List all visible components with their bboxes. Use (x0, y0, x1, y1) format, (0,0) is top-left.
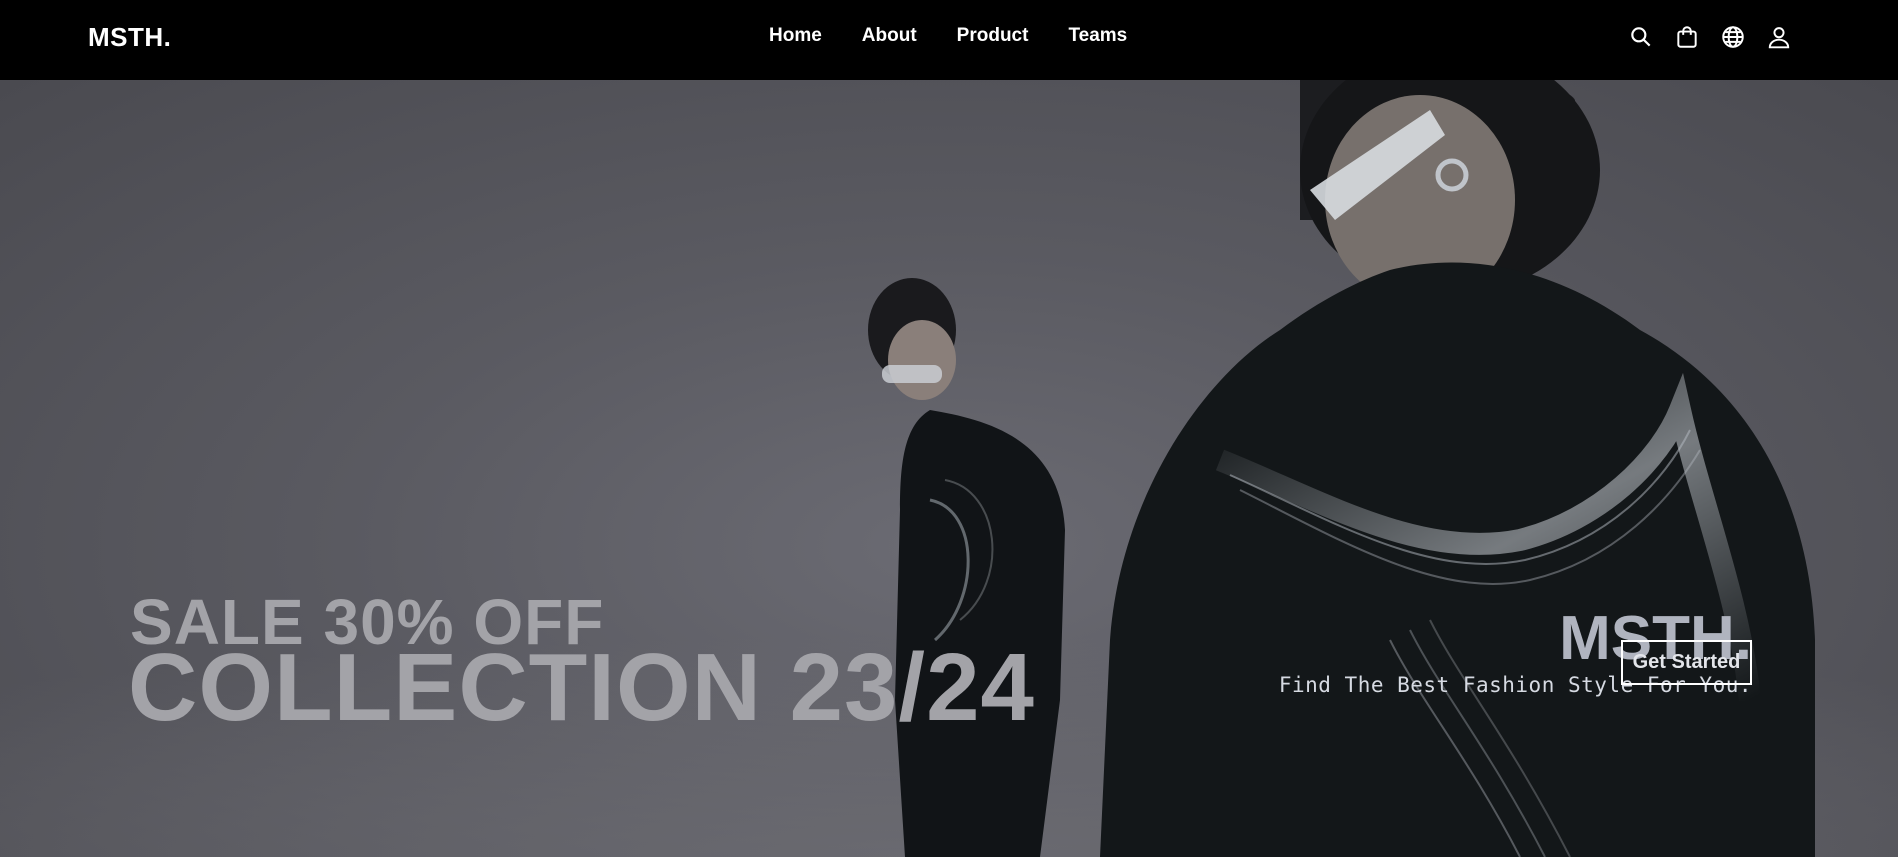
search-icon[interactable] (1628, 24, 1654, 50)
globe-icon[interactable] (1720, 24, 1746, 50)
get-started-button[interactable]: Get Started (1621, 640, 1752, 685)
model-figure-large (1100, 80, 1815, 857)
main-menu: Home About Product Teams (769, 25, 1127, 47)
top-navigation: MSTH. Home About Product Teams (0, 0, 1898, 80)
nav-link-about[interactable]: About (862, 25, 917, 47)
nav-link-home[interactable]: Home (769, 25, 822, 47)
shopping-bag-icon[interactable] (1674, 24, 1700, 50)
user-icon[interactable] (1766, 24, 1792, 50)
hero-banner: SALE 30% OFF COLLECTION 23/24 MSTH. Find… (0, 80, 1898, 857)
nav-icon-group (1628, 24, 1792, 50)
nav-link-teams[interactable]: Teams (1068, 25, 1127, 47)
collection-headline: COLLECTION 23/24 (128, 634, 1035, 741)
logo[interactable]: MSTH. (88, 22, 171, 53)
nav-link-product[interactable]: Product (957, 25, 1029, 47)
